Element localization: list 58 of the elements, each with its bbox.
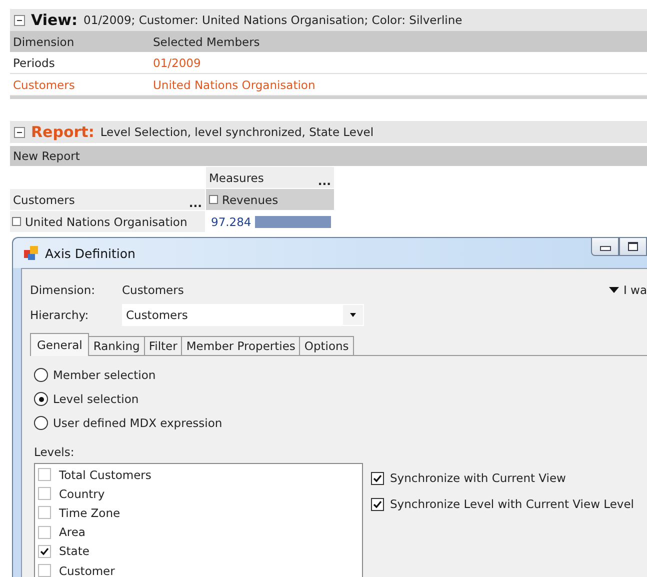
more-button[interactable]: ... [188,196,202,210]
checkbox[interactable] [38,544,51,558]
checkbox[interactable] [38,468,51,482]
collapse-icon[interactable] [14,126,25,138]
expand-icon[interactable] [12,217,21,226]
column-header: Selected Members [153,34,261,48]
view-summary: 01/2009; Customer: United Nations Organisation; Color: Silverline [84,13,462,27]
level-item[interactable]: Country [59,486,105,501]
report-summary: Level Selection, level synchronized, State Level [100,125,374,139]
table-cell-text: Periods [12,56,56,70]
member-label: United Nations Organisation [25,214,188,228]
tab[interactable]: Options [299,336,354,355]
field-label: Hierarchy: [30,308,90,322]
info-toggle[interactable]: I wa [608,282,647,296]
radio-label: Member selection [53,368,156,382]
level-item[interactable]: Total Customers [59,468,152,482]
table-cell-text: United Nations Organisation [153,78,316,92]
minimize-button[interactable] [591,238,619,256]
level-item[interactable]: State [59,544,90,558]
field-label: Dimension: [30,282,96,296]
section-title: Report: [31,123,94,141]
checkbox[interactable] [38,506,51,520]
checkbox[interactable] [371,498,384,510]
level-item[interactable]: Customer [59,564,115,577]
radio-button[interactable] [34,392,48,406]
pivot-label: Customers [13,192,75,206]
radio-label: User defined MDX expression [53,416,222,430]
column-header: Dimension [12,34,76,48]
window-title: Axis Definition [45,246,136,260]
hierarchy-dropdown[interactable]: Customers [122,304,364,326]
report-name: New Report [13,149,80,163]
level-item[interactable]: Area [59,525,86,540]
level-item[interactable]: Time Zone [59,506,120,520]
measure-label: Revenues [222,192,278,206]
app-icon [23,245,39,261]
radio-button[interactable] [34,416,48,430]
radio-button[interactable] [34,368,48,382]
checkbox[interactable] [371,472,384,484]
value-cell: 97.284 [211,214,252,228]
tab[interactable]: Member Properties [181,336,300,355]
radio-label: Level selection [53,392,139,406]
tab[interactable]: Ranking [88,336,145,355]
checkbox[interactable] [38,526,51,539]
table-cell-text: 01/2009 [153,56,202,70]
field-label: Levels: [34,445,76,461]
table-cell-text: Customers [12,78,76,92]
dimension-value: Customers [122,282,185,296]
checkbox[interactable] [38,487,51,500]
section-title: View: [31,11,78,29]
checkbox-label: Synchronize with Current View [390,471,566,485]
pivot-label: Measures [209,170,264,184]
expand-icon[interactable] [209,195,218,204]
maximize-button[interactable] [619,238,647,256]
checkbox[interactable] [38,564,51,577]
tab[interactable]: General [30,333,90,356]
collapse-icon[interactable] [14,14,25,26]
checkbox-label: Synchronize Level with Current View Level [390,497,634,511]
more-button[interactable]: ... [318,174,331,188]
